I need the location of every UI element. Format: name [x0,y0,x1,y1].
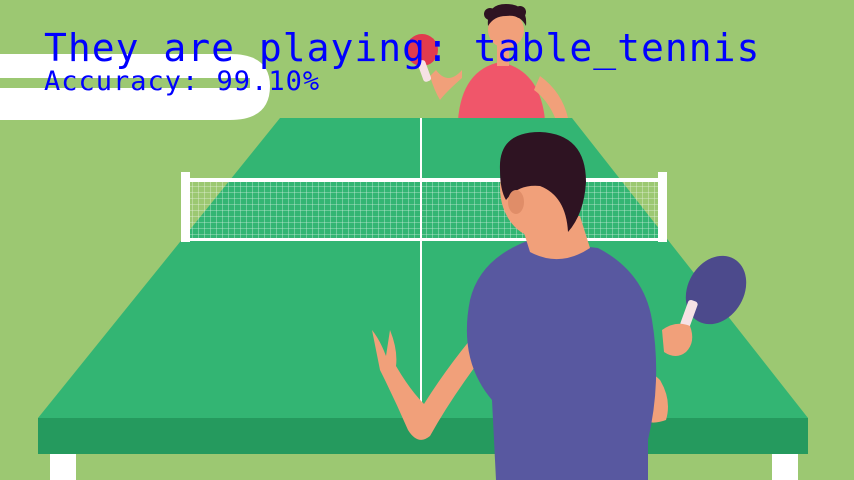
prediction-label: They are playing: table_tennis [44,26,761,70]
net-post-left [181,172,190,242]
table-leg-left [50,454,76,480]
net-post-right [658,172,667,242]
table-leg-right [772,454,798,480]
net [181,172,667,242]
accuracy-label: Accuracy: 99.10% [44,66,321,97]
